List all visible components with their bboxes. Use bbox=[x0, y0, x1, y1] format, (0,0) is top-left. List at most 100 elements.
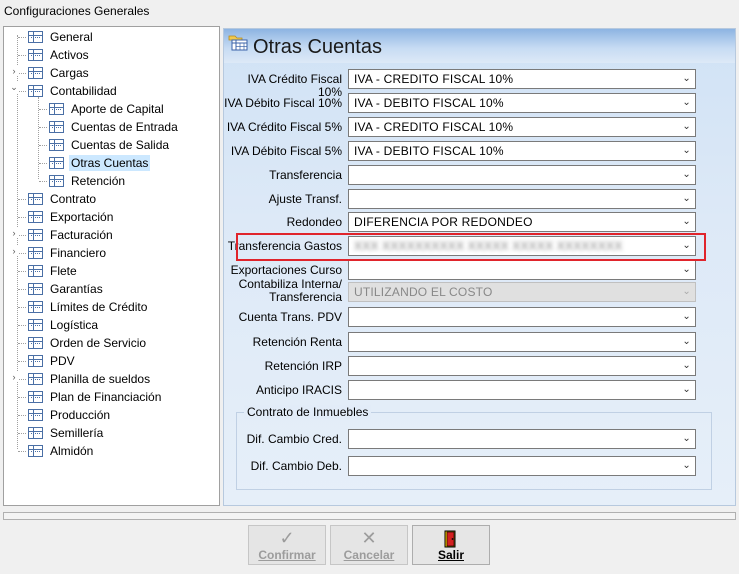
tree-item[interactable]: Producción bbox=[28, 406, 112, 424]
check-icon: ✓ bbox=[279, 528, 295, 548]
tree-item-label: Financiero bbox=[50, 246, 107, 260]
grid-form-icon bbox=[49, 121, 64, 133]
window-title: Configuraciones Generales bbox=[4, 4, 150, 18]
field-label: IVA Crédito Fiscal 5% bbox=[226, 120, 342, 134]
tree-item-label: Cuentas de Entrada bbox=[71, 120, 178, 134]
account-select[interactable]: ⌄ bbox=[348, 429, 696, 449]
tree-connector bbox=[18, 271, 26, 272]
tree-item[interactable]: Almidón bbox=[28, 442, 95, 460]
tree-item[interactable]: Garantías bbox=[28, 280, 105, 298]
chevron-down-icon: ⌄ bbox=[682, 384, 691, 395]
tree-item[interactable]: Flete bbox=[28, 262, 79, 280]
tree-connector bbox=[39, 127, 47, 128]
tree-item[interactable]: Planilla de sueldos bbox=[28, 370, 152, 388]
tree-item[interactable]: Activos bbox=[28, 46, 91, 64]
folder-grid-icon bbox=[228, 35, 248, 51]
chevron-down-icon: ⌄ bbox=[682, 460, 691, 471]
highlight-box bbox=[236, 233, 706, 261]
account-select[interactable]: IVA - CREDITO FISCAL 10% ⌄ bbox=[348, 117, 696, 137]
tree-item[interactable]: Financiero bbox=[28, 244, 108, 262]
grid-form-icon bbox=[49, 157, 64, 169]
account-select[interactable]: ⌄ bbox=[348, 189, 696, 209]
tree-item[interactable]: Exportación bbox=[28, 208, 115, 226]
tree-item[interactable]: Contrato bbox=[28, 190, 98, 208]
grid-form-icon bbox=[49, 103, 64, 115]
tree-item[interactable]: Plan de Financiación bbox=[28, 388, 163, 406]
settings-tree[interactable]: General Activos › Cargas ⌄ Contabilidad Aporte… bbox=[3, 26, 220, 506]
expand-chevron-icon[interactable]: › bbox=[9, 372, 19, 382]
tree-item-label: Cargas bbox=[50, 66, 89, 80]
account-select[interactable]: DIFERENCIA POR REDONDEO ⌄ bbox=[348, 212, 696, 232]
field-label: Dif. Cambio Deb. bbox=[250, 459, 342, 473]
grid-form-icon bbox=[28, 427, 43, 439]
expand-chevron-icon[interactable]: › bbox=[9, 66, 19, 76]
tree-connector bbox=[17, 35, 18, 449]
exit-door-icon bbox=[413, 528, 489, 548]
field-label: IVA Débito Fiscal 5% bbox=[230, 144, 342, 158]
tree-item[interactable]: Otras Cuentas bbox=[49, 154, 151, 172]
tree-item-label: Exportación bbox=[50, 210, 114, 224]
exit-button[interactable]: Salir bbox=[412, 525, 490, 565]
account-select[interactable]: IVA - CREDITO FISCAL 10% ⌄ bbox=[348, 69, 696, 89]
grid-form-icon bbox=[49, 175, 64, 187]
chevron-down-icon: ⌄ bbox=[682, 169, 691, 180]
chevron-down-icon: ⌄ bbox=[682, 286, 691, 297]
account-select[interactable]: ⌄ bbox=[348, 260, 696, 280]
field-label: Cuenta Trans. PDV bbox=[238, 310, 342, 324]
tree-connector bbox=[18, 91, 26, 92]
grid-form-icon bbox=[28, 67, 43, 79]
tree-item[interactable]: Facturación bbox=[28, 226, 115, 244]
collapse-chevron-icon[interactable]: ⌄ bbox=[9, 82, 19, 93]
field-label: Retención IRP bbox=[264, 359, 342, 373]
field-label: Exportaciones Curso bbox=[230, 263, 342, 277]
tree-item-label: Producción bbox=[50, 408, 111, 422]
otras-cuentas-panel: Otras Cuentas IVA Crédito Fiscal 10% IVA … bbox=[223, 28, 736, 506]
chevron-down-icon: ⌄ bbox=[682, 73, 691, 84]
tree-connector bbox=[18, 235, 26, 236]
tree-item[interactable]: PDV bbox=[28, 352, 77, 370]
tree-item[interactable]: Cargas bbox=[28, 64, 91, 82]
tree-connector bbox=[18, 307, 26, 308]
grid-form-icon bbox=[28, 409, 43, 421]
tree-item[interactable]: Contabilidad bbox=[28, 82, 119, 100]
account-select[interactable]: IVA - DEBITO FISCAL 10% ⌄ bbox=[348, 141, 696, 161]
tree-item[interactable]: Límites de Crédito bbox=[28, 298, 149, 316]
select-value: IVA - DEBITO FISCAL 10% bbox=[354, 144, 504, 158]
tree-connector bbox=[18, 37, 26, 38]
tree-item[interactable]: Retención bbox=[49, 172, 127, 190]
account-select[interactable]: ⌄ bbox=[348, 456, 696, 476]
grid-form-icon bbox=[49, 139, 64, 151]
tree-item[interactable]: Logística bbox=[28, 316, 100, 334]
grid-form-icon bbox=[28, 247, 43, 259]
chevron-down-icon: ⌄ bbox=[682, 336, 691, 347]
chevron-down-icon: ⌄ bbox=[682, 145, 691, 156]
tree-connector bbox=[18, 397, 26, 398]
tree-connector bbox=[18, 217, 26, 218]
chevron-down-icon: ⌄ bbox=[682, 360, 691, 371]
tree-item[interactable]: Aporte de Capital bbox=[49, 100, 166, 118]
expand-chevron-icon[interactable]: › bbox=[9, 246, 19, 256]
field-label: Retención Renta bbox=[252, 335, 342, 349]
tree-item-label: Retención bbox=[71, 174, 126, 188]
tree-item[interactable]: General bbox=[28, 28, 95, 46]
account-select[interactable]: ⌄ bbox=[348, 307, 696, 327]
cancel-button[interactable]: ✕ Cancelar bbox=[330, 525, 408, 565]
tree-connector bbox=[18, 289, 26, 290]
confirm-button[interactable]: ✓ Confirmar bbox=[248, 525, 326, 565]
tree-item-label: Facturación bbox=[50, 228, 113, 242]
account-select[interactable]: IVA - DEBITO FISCAL 10% ⌄ bbox=[348, 93, 696, 113]
panel-title: Otras Cuentas bbox=[253, 36, 382, 58]
tree-item[interactable]: Orden de Servicio bbox=[28, 334, 148, 352]
tree-item[interactable]: Cuentas de Salida bbox=[49, 136, 171, 154]
account-select[interactable]: ⌄ bbox=[348, 356, 696, 376]
tree-item-label: Orden de Servicio bbox=[50, 336, 147, 350]
expand-chevron-icon[interactable]: › bbox=[9, 228, 19, 238]
account-select[interactable]: ⌄ bbox=[348, 380, 696, 400]
account-select[interactable]: ⌄ bbox=[348, 165, 696, 185]
account-select[interactable]: ⌄ bbox=[348, 332, 696, 352]
x-icon: ✕ bbox=[361, 528, 377, 548]
tree-item[interactable]: Semillería bbox=[28, 424, 105, 442]
tree-item[interactable]: Cuentas de Entrada bbox=[49, 118, 180, 136]
grid-form-icon bbox=[28, 49, 43, 61]
tree-connector bbox=[39, 181, 47, 182]
